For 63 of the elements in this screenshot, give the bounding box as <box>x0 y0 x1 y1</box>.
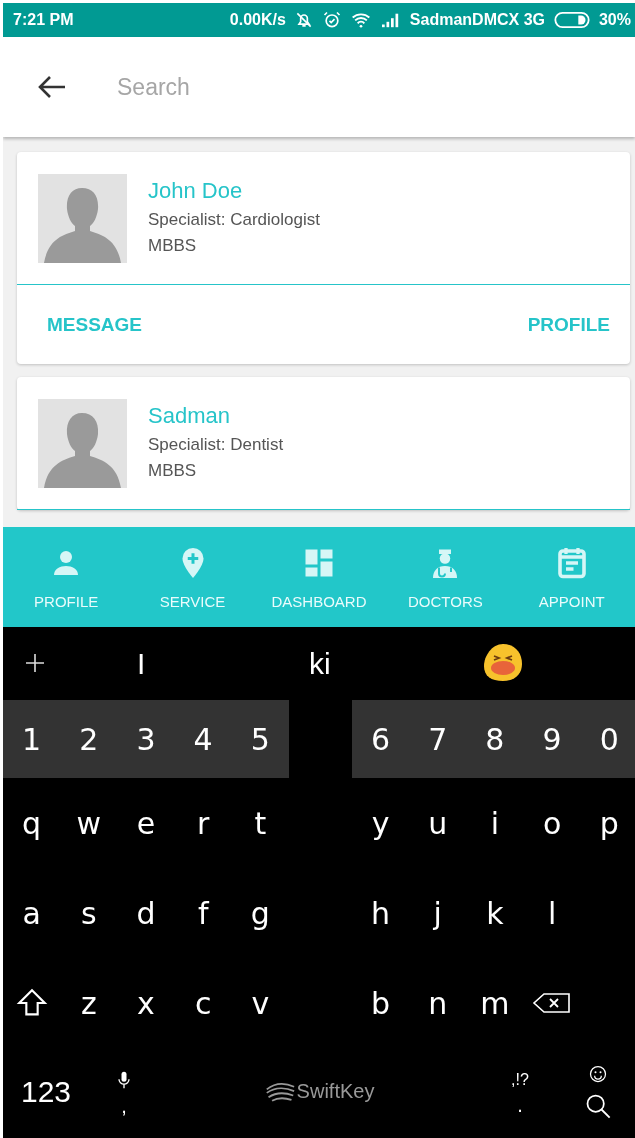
keyboard-key[interactable]: p <box>580 793 635 853</box>
keyboard-key[interactable]: v <box>231 973 289 1033</box>
doctor-degree: MBBS <box>148 461 198 481</box>
keyboard-key[interactable]: f <box>174 883 232 943</box>
status-time: 7:21 PM <box>13 11 74 29</box>
keyboard-key[interactable]: s <box>60 883 118 943</box>
keyboard-key[interactable]: 5 <box>231 709 289 769</box>
numbers-key[interactable]: 123 <box>3 1061 89 1122</box>
keyboard-key[interactable]: 8 <box>466 709 524 769</box>
search-field[interactable]: Search <box>117 69 567 105</box>
keyboard-key[interactable]: 6 <box>351 709 410 769</box>
backspace-icon <box>532 991 573 1015</box>
keyboard-key[interactable]: t <box>231 793 289 853</box>
keyboard-key[interactable]: h <box>351 883 410 943</box>
swiftkey-logo-text: SwiftKey <box>296 1080 375 1103</box>
doctor-specialty: Specialist: Cardiologist <box>148 210 320 230</box>
period-key[interactable]: ,!? . <box>480 1070 560 1113</box>
keyboard-key[interactable]: 1 <box>3 709 61 769</box>
keyboard-key[interactable]: e <box>117 793 175 853</box>
alarm-icon <box>321 10 342 30</box>
keyboard-key[interactable]: 2 <box>60 709 118 769</box>
doctor-name: John Doe <box>148 178 244 204</box>
keyboard-key[interactable]: r <box>174 793 232 853</box>
keyboard-key[interactable]: 0 <box>580 709 635 769</box>
keyboard-key[interactable]: o <box>523 793 581 853</box>
doctor-specialty: Specialist: Dentist <box>148 435 284 455</box>
swiftkey-logo-icon <box>264 1081 295 1102</box>
battery-icon <box>552 11 591 29</box>
suggestion[interactable]: I <box>131 643 152 685</box>
suggestion[interactable]: ki <box>303 643 337 685</box>
keyboard-key[interactable]: c <box>174 973 232 1033</box>
keyboard-key[interactable]: 9 <box>523 709 581 769</box>
keyboard-key[interactable]: i <box>466 793 524 853</box>
plus-icon[interactable] <box>23 651 47 675</box>
battery-percent: 30% <box>598 11 631 29</box>
keyboard-key[interactable]: q <box>3 793 61 853</box>
doctor-degree: MBBS <box>148 236 198 256</box>
keyboard-key[interactable]: j <box>409 883 467 943</box>
keyboard-key[interactable]: d <box>117 883 175 943</box>
keyboard-key[interactable]: y <box>351 793 410 853</box>
keyboard-key[interactable]: x <box>117 973 175 1033</box>
keyboard-key[interactable]: b <box>351 973 410 1033</box>
network-speed: 0.00K/s <box>229 11 286 29</box>
keyboard-key[interactable]: u <box>409 793 467 853</box>
avatar-icon <box>38 399 127 488</box>
keyboard-key[interactable]: n <box>409 973 467 1033</box>
smiley-icon <box>587 1063 608 1084</box>
keyboard-key[interactable]: m <box>466 973 524 1033</box>
keyboard-key[interactable]: 7 <box>409 709 467 769</box>
avatar-icon <box>38 174 127 263</box>
doctor-name: Sadman <box>148 403 231 429</box>
keyboard-key[interactable]: k <box>466 883 524 943</box>
keyboard-key[interactable]: z <box>60 973 118 1033</box>
keyboard-key[interactable]: 4 <box>174 709 232 769</box>
wifi-icon <box>349 10 372 30</box>
comma-key[interactable]: , <box>89 1069 159 1114</box>
keyboard-key[interactable]: l <box>523 883 581 943</box>
back-arrow-icon[interactable] <box>37 75 67 99</box>
keyboard-key[interactable]: 3 <box>117 709 175 769</box>
keyboard-key[interactable]: a <box>3 883 61 943</box>
keyboard-key[interactable]: w <box>60 793 118 853</box>
keyboard-key[interactable]: g <box>231 883 289 943</box>
carrier-name: SadmanDMCX 3G <box>409 11 545 29</box>
